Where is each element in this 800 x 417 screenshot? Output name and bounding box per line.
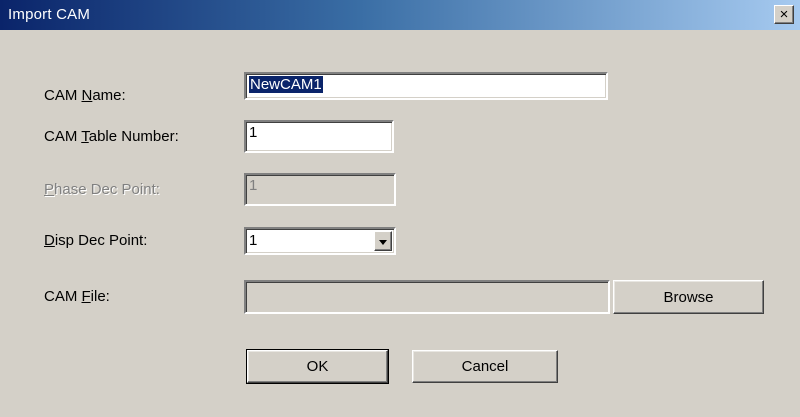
close-icon: × [779, 6, 789, 23]
cancel-button[interactable]: Cancel [412, 350, 558, 383]
cam-name-value: NewCAM1 [249, 76, 323, 93]
cam-table-number-value: 1 [249, 124, 258, 141]
ok-button[interactable]: OK [246, 349, 389, 384]
window-title: Import CAM [8, 6, 91, 23]
cam-file-label: CAM File: [44, 288, 110, 305]
phase-dec-point-value: 1 [249, 177, 258, 194]
chevron-down-icon[interactable] [374, 231, 392, 251]
cam-name-input[interactable]: NewCAM1 [244, 72, 608, 100]
disp-dec-point-label: Disp Dec Point: [44, 232, 148, 249]
cam-file-input [244, 280, 610, 314]
cam-table-number-input[interactable]: 1 [244, 120, 394, 153]
browse-button[interactable]: Browse [613, 280, 764, 314]
close-button[interactable]: × [774, 5, 794, 24]
phase-dec-point-label: Phase Dec Point: [44, 181, 160, 198]
title-bar[interactable]: Import CAM × [0, 0, 800, 30]
cam-name-label: CAM Name: [44, 87, 126, 104]
disp-dec-point-select[interactable]: 1 [244, 227, 396, 255]
cam-table-number-label: CAM Table Number: [44, 128, 179, 145]
disp-dec-point-value: 1 [249, 232, 258, 249]
phase-dec-point-input: 1 [244, 173, 396, 206]
